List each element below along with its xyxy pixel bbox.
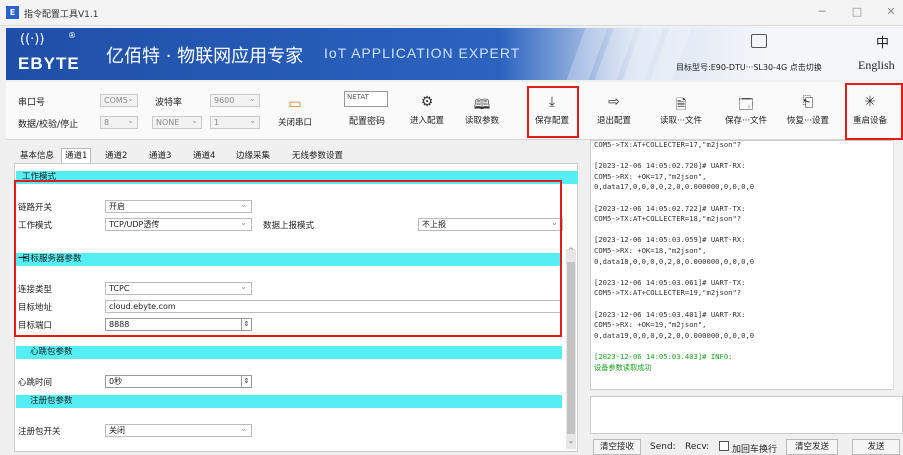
- log-scrollbar[interactable]: [893, 140, 903, 390]
- crlf-checkbox[interactable]: [719, 441, 729, 451]
- window-title: 指令配置工具V1.1: [24, 10, 99, 20]
- restart-highlight: [845, 83, 903, 140]
- logo-text: EBYTE: [18, 54, 80, 73]
- heartbeat-time-label: 心跳时间: [18, 378, 53, 388]
- scroll-up-icon[interactable]: ^: [568, 247, 574, 255]
- log-line: [2023-12-06 14:05:03.061]# UART-TX:: [594, 277, 746, 287]
- title-bar: E 指令配置工具V1.1 ─ □ ✕: [0, 0, 903, 26]
- tab-basic-info[interactable]: 基本信息: [20, 149, 54, 163]
- recv-count-label: Recv:: [685, 442, 710, 452]
- send-button[interactable]: 发送: [852, 439, 900, 455]
- section-heartbeat[interactable]: 心跳包参数: [16, 346, 562, 359]
- log-line: [2023-12-06 14:05:03.403]# INFO:: [594, 352, 733, 361]
- tab-edge-collection[interactable]: 边缘采集: [236, 149, 270, 163]
- exit-config-button[interactable]: ⇨ 退出配置: [592, 94, 636, 126]
- enter-config-button[interactable]: ⚙ 进入配置: [405, 94, 449, 126]
- log-line: 0,data18,0,0,0,0,2,0,0.000000,0,0,0,0: [594, 256, 755, 266]
- close-button[interactable]: ✕: [884, 5, 898, 19]
- password-label: 配置密码: [349, 117, 386, 127]
- save-file-button[interactable]: 🗔 保存···文件: [720, 94, 772, 126]
- heartbeat-time-stepper[interactable]: 0秒: [105, 375, 252, 388]
- file-save-icon: 🗔: [738, 97, 754, 113]
- log-line: [2023-12-06 14:05:03.059]# UART-RX:: [594, 235, 746, 245]
- restore-icon: ⎗: [802, 94, 814, 110]
- log-line: COM5->TX:AT+COLLECTER=19,"m2json"?: [594, 288, 742, 298]
- switch-model-icon[interactable]: [751, 34, 767, 48]
- log-line: [2023-12-06 14:05:02.722]# UART-TX:: [594, 203, 746, 213]
- password-input[interactable]: NETAT: [344, 91, 388, 107]
- serial-port-icon: ▭: [288, 96, 302, 112]
- settings-highlight: [14, 180, 562, 337]
- close-port-button[interactable]: ▭ 关闭串口: [273, 96, 317, 128]
- language-switch[interactable]: English: [858, 58, 895, 73]
- log-line: 设备参数读取成功: [594, 362, 652, 372]
- serial-format-label: 数据/校验/停止: [18, 120, 79, 130]
- exit-icon: ⇨: [608, 94, 620, 110]
- signal-logo-icon: ((·)): [20, 32, 45, 47]
- log-line: COM5->RX: +OK=17,"m2json",: [594, 171, 707, 181]
- read-params-button[interactable]: 🕮 读取参数: [460, 94, 504, 126]
- log-line: COM5->RX: +OK=18,"m2json",: [594, 246, 707, 255]
- data-bits-select[interactable]: 8: [100, 115, 138, 129]
- save-config-highlight: [527, 86, 579, 138]
- section-register[interactable]: 注册包参数: [16, 395, 562, 408]
- clear-send-button[interactable]: 清空发送: [786, 439, 838, 455]
- maximize-button[interactable]: □: [850, 5, 864, 19]
- brand-title: 亿佰特 · 物联网应用专家: [106, 46, 304, 67]
- log-line: COM5->RX: +OK=19,"m2json",: [594, 320, 707, 330]
- brand-banner: ((·)) ® EBYTE 亿佰特 · 物联网应用专家 IoT APPLICAT…: [6, 28, 903, 80]
- restore-button[interactable]: ⎗ 恢复···设置: [782, 94, 834, 126]
- language-icon[interactable]: 中: [876, 32, 889, 51]
- port-label: 串口号: [18, 98, 46, 108]
- tab-channel-3[interactable]: 通道3: [149, 149, 171, 163]
- tab-channel-2[interactable]: 通道2: [105, 149, 127, 163]
- log-output: COM5->TX:AT+COLLECTER=17,"m2json"? [2023-…: [590, 140, 903, 390]
- file-read-icon: 🗎: [675, 97, 687, 113]
- send-input[interactable]: [590, 396, 903, 434]
- brand-subtitle: IoT APPLICATION EXPERT: [324, 45, 521, 61]
- tab-channel-4[interactable]: 通道4: [193, 149, 215, 163]
- panel-scrollbar-thumb[interactable]: [567, 262, 575, 434]
- gear-icon: ⚙: [420, 94, 434, 110]
- baud-label: 波特率: [155, 98, 183, 108]
- log-line: 0,data19,0,0,0,0,2,0,0.000000,0,0,0,0: [594, 330, 755, 340]
- port-select[interactable]: COM5: [100, 93, 138, 107]
- baud-select[interactable]: 9600: [210, 93, 260, 107]
- target-model-link[interactable]: 目标型号:E90-DTU···SL30-4G 点击切换: [676, 62, 822, 73]
- log-line: 0,data17,0,0,0,0,2,0,0.000000,0,0,0,0: [594, 182, 755, 192]
- send-count-label: Send:: [650, 442, 676, 452]
- parity-select[interactable]: NONE: [152, 115, 202, 129]
- book-icon: 🕮: [473, 97, 491, 113]
- tab-wireless-params[interactable]: 无线参数设置: [292, 149, 343, 163]
- app-icon: E: [6, 6, 19, 19]
- log-line: [2023-12-06 14:05:03.401]# UART-RX:: [594, 309, 746, 319]
- minimize-button[interactable]: ─: [815, 5, 829, 19]
- log-line: [2023-12-06 14:05:02.720]# UART-RX:: [594, 161, 746, 171]
- tab-channel-1[interactable]: 通道1: [61, 148, 92, 163]
- scroll-down-icon[interactable]: ⌄: [568, 437, 574, 445]
- crlf-label: 加回车换行: [732, 445, 778, 455]
- register-switch-label: 注册包开关: [18, 427, 61, 437]
- registered-mark: ®: [68, 31, 76, 40]
- read-file-button[interactable]: 🗎 读取···文件: [655, 94, 707, 126]
- clear-receive-button[interactable]: 清空接收: [593, 439, 641, 455]
- register-switch-select[interactable]: 关闭: [105, 423, 252, 437]
- log-line: COM5->TX:AT+COLLECTER=18,"m2json"?: [594, 214, 742, 224]
- stop-bits-select[interactable]: 1: [210, 115, 260, 129]
- log-line: COM5->TX:AT+COLLECTER=17,"m2json"?: [594, 140, 742, 149]
